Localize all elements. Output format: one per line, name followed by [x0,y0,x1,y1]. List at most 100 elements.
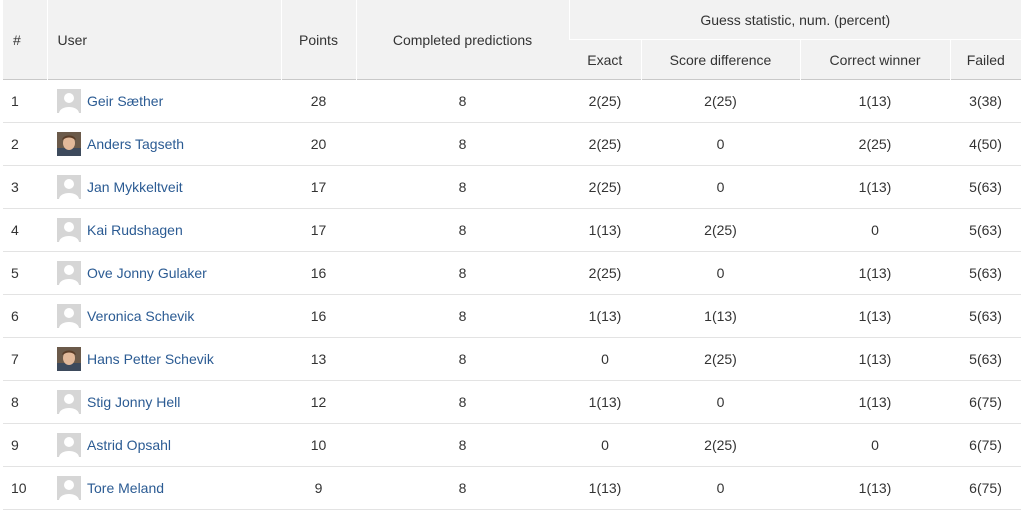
default-user-icon[interactable] [57,261,81,285]
correct-winner-cell: 1(13) [800,294,950,338]
user-link[interactable]: Ove Jonny Gulaker [87,265,207,281]
user-cell: Veronica Schevik [47,294,281,338]
rank-cell: 8 [3,380,47,424]
user-link[interactable]: Anders Tagseth [87,136,184,152]
user-link[interactable]: Stig Jonny Hell [87,394,180,410]
points-cell: 13 [281,337,356,381]
score-difference-cell: 0 [641,251,800,295]
exact-cell: 0 [569,337,641,381]
correct-winner-cell: 1(13) [800,79,950,123]
default-user-icon[interactable] [57,433,81,457]
table-row: 3 Jan Mykkeltveit 17 8 2(25) 0 1(13) 5(6… [3,165,1022,209]
default-user-icon[interactable] [57,89,81,113]
user-link[interactable]: Astrid Opsahl [87,437,171,453]
completed-predictions-cell: 8 [356,251,569,295]
points-cell: 28 [281,79,356,123]
exact-cell: 1(13) [569,294,641,338]
score-difference-cell: 0 [641,122,800,166]
completed-predictions-cell: 8 [356,423,569,467]
points-cell: 16 [281,294,356,338]
score-difference-cell: 0 [641,380,800,424]
failed-cell: 6(75) [950,466,1022,510]
rank-cell: 10 [3,466,47,510]
header-correct-winner[interactable]: Correct winner [799,39,950,80]
exact-cell: 0 [569,423,641,467]
score-difference-cell: 0 [641,165,800,209]
header-completed-predictions[interactable]: Completed predictions [355,0,569,80]
completed-predictions-cell: 8 [356,380,569,424]
table-row: 2 Anders Tagseth 20 8 2(25) 0 2(25) 4(50… [3,122,1022,166]
user-link[interactable]: Hans Petter Schevik [87,351,214,367]
failed-cell: 4(50) [950,122,1022,166]
default-user-icon[interactable] [57,304,81,328]
header-rank[interactable]: # [3,0,47,80]
score-difference-cell: 2(25) [641,208,800,252]
score-difference-cell: 1(13) [641,294,800,338]
user-link[interactable]: Kai Rudshagen [87,222,183,238]
correct-winner-cell: 1(13) [800,165,950,209]
points-cell: 12 [281,380,356,424]
user-cell: Ove Jonny Gulaker [47,251,281,295]
header-score-difference[interactable]: Score difference [640,39,800,80]
rank-cell: 3 [3,165,47,209]
points-cell: 17 [281,208,356,252]
user-cell: Anders Tagseth [47,122,281,166]
leaderboard-table: # User Points Completed predictions Gues… [3,0,1022,510]
header-guess-statistic: Guess statistic, num. (percent) [568,0,1022,40]
user-cell: Kai Rudshagen [47,208,281,252]
points-cell: 20 [281,122,356,166]
correct-winner-cell: 1(13) [800,380,950,424]
table-row: 1 Geir Sæther 28 8 2(25) 2(25) 1(13) 3(3… [3,79,1022,123]
header-failed[interactable]: Failed [949,39,1022,80]
user-photo-avatar[interactable] [57,132,81,156]
table-body: 1 Geir Sæther 28 8 2(25) 2(25) 1(13) 3(3… [3,79,1022,510]
default-user-icon[interactable] [57,390,81,414]
rank-cell: 7 [3,337,47,381]
points-cell: 16 [281,251,356,295]
user-cell: Hans Petter Schevik [47,337,281,381]
score-difference-cell: 2(25) [641,79,800,123]
completed-predictions-cell: 8 [356,466,569,510]
exact-cell: 2(25) [569,251,641,295]
user-link[interactable]: Tore Meland [87,480,164,496]
completed-predictions-cell: 8 [356,165,569,209]
user-cell: Geir Sæther [47,79,281,123]
points-cell: 9 [281,466,356,510]
table-row: 7 Hans Petter Schevik 13 8 0 2(25) 1(13)… [3,337,1022,381]
table-row: 5 Ove Jonny Gulaker 16 8 2(25) 0 1(13) 5… [3,251,1022,295]
exact-cell: 2(25) [569,79,641,123]
user-cell: Stig Jonny Hell [47,380,281,424]
user-cell: Jan Mykkeltveit [47,165,281,209]
table-row: 10 Tore Meland 9 8 1(13) 0 1(13) 6(75) [3,466,1022,510]
user-link[interactable]: Jan Mykkeltveit [87,179,183,195]
completed-predictions-cell: 8 [356,79,569,123]
failed-cell: 5(63) [950,251,1022,295]
score-difference-cell: 0 [641,466,800,510]
rank-cell: 5 [3,251,47,295]
exact-cell: 1(13) [569,208,641,252]
exact-cell: 1(13) [569,466,641,510]
user-link[interactable]: Veronica Schevik [87,308,194,324]
default-user-icon[interactable] [57,476,81,500]
failed-cell: 5(63) [950,208,1022,252]
user-link[interactable]: Geir Sæther [87,93,163,109]
default-user-icon[interactable] [57,175,81,199]
header-user[interactable]: User [46,0,281,80]
failed-cell: 5(63) [950,165,1022,209]
default-user-icon[interactable] [57,218,81,242]
score-difference-cell: 2(25) [641,337,800,381]
rank-cell: 6 [3,294,47,338]
exact-cell: 1(13) [569,380,641,424]
header-exact[interactable]: Exact [569,39,641,80]
rank-cell: 1 [3,79,47,123]
header-points[interactable]: Points [280,0,356,80]
table-header: # User Points Completed predictions Gues… [3,0,1022,80]
score-difference-cell: 2(25) [641,423,800,467]
failed-cell: 6(75) [950,380,1022,424]
correct-winner-cell: 2(25) [800,122,950,166]
correct-winner-cell: 0 [800,208,950,252]
completed-predictions-cell: 8 [356,122,569,166]
user-photo-avatar[interactable] [57,347,81,371]
correct-winner-cell: 1(13) [800,337,950,381]
rank-cell: 2 [3,122,47,166]
